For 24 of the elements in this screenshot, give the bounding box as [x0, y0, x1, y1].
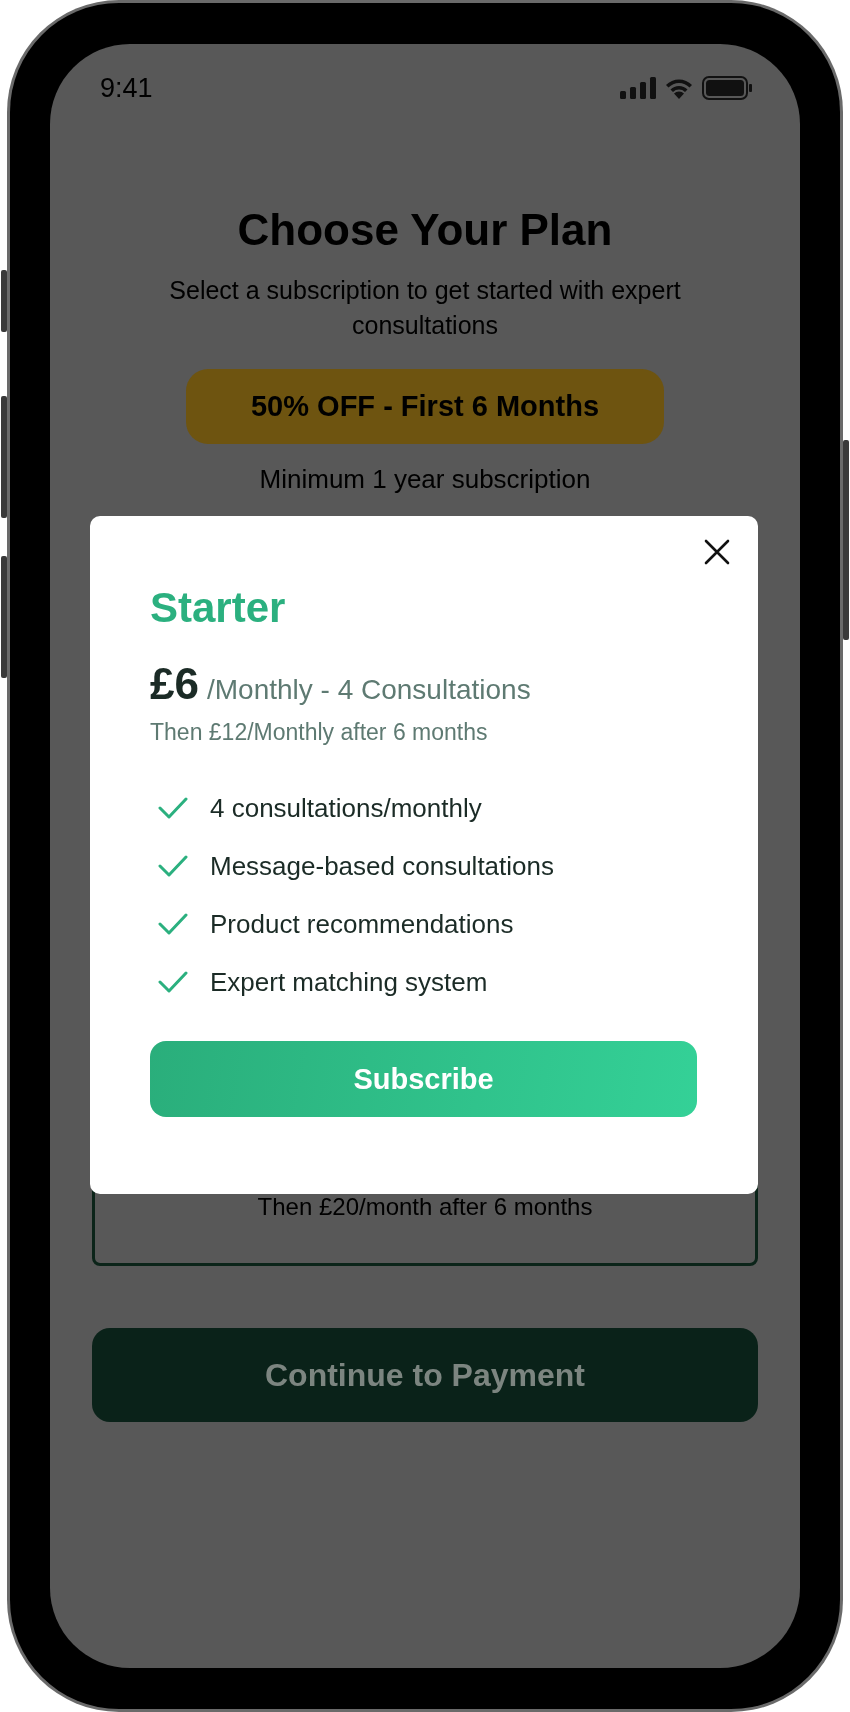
wifi-icon [664, 77, 694, 99]
check-icon [158, 797, 188, 819]
signal-icon [620, 77, 656, 99]
continue-button[interactable]: Continue to Payment [92, 1328, 758, 1422]
close-icon[interactable] [704, 539, 730, 565]
battery-icon [702, 76, 752, 100]
check-icon [158, 855, 188, 877]
plan-price: £6 [150, 659, 199, 709]
plan-name: Starter [150, 583, 287, 633]
subscription-note: Minimum 1 year subscription [259, 463, 591, 496]
plan-period: /Monthly - 4 Consultations [206, 674, 531, 706]
feature-text: Message-based consultations [210, 850, 554, 882]
feature-text: Expert matching system [210, 966, 488, 998]
status-time: 9:41 [100, 72, 153, 104]
discount-badge: 50% OFF - First 6 Months [186, 369, 664, 444]
check-icon [158, 913, 188, 935]
page-subtitle: Select a subscription to get started with expert consultations [168, 275, 682, 341]
page-title: Choose Your Plan [237, 204, 613, 256]
check-icon [158, 971, 188, 993]
subscribe-button[interactable]: Subscribe [150, 1041, 697, 1117]
plan-after-price: Then £20/month after 6 months [257, 1192, 593, 1222]
plan-after-price: Then £12/Monthly after 6 months [150, 718, 489, 747]
feature-text: 4 consultations/monthly [210, 792, 482, 824]
feature-text: Product recommendations [210, 908, 514, 940]
